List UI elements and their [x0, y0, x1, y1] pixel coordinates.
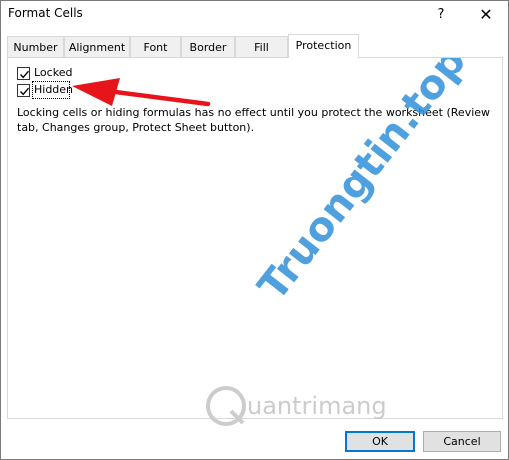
- tab-strip: Number Alignment Font Border Fill Protec…: [7, 34, 503, 58]
- help-button[interactable]: ?: [431, 5, 451, 25]
- title-bar: Format Cells ? ✕: [1, 1, 508, 29]
- tab-protection[interactable]: Protection: [288, 34, 359, 58]
- tab-border[interactable]: Border: [181, 36, 235, 58]
- tab-alignment[interactable]: Alignment: [64, 36, 130, 58]
- watermark-bottom-text: uantrimang: [247, 392, 387, 420]
- tab-fill[interactable]: Fill: [235, 36, 288, 58]
- protection-panel: Locked Hidden Locking cells or hiding fo…: [7, 57, 503, 419]
- check-icon: [19, 87, 30, 96]
- close-button[interactable]: ✕: [471, 3, 501, 27]
- quantrimang-watermark: uantrimang: [206, 386, 387, 426]
- check-icon: [19, 70, 30, 79]
- red-arrow-annotation: [72, 78, 211, 107]
- ok-button[interactable]: OK: [345, 431, 415, 452]
- tab-number[interactable]: Number: [7, 36, 64, 58]
- format-cells-dialog: Format Cells ? ✕ Number Alignment Font B…: [0, 0, 509, 460]
- dialog-title: Format Cells: [8, 6, 83, 20]
- watermark-vertical-text: Truongtin.top: [250, 58, 476, 309]
- locked-label: Locked: [34, 66, 73, 79]
- truongtin-watermark: Truongtin.top: [250, 58, 476, 309]
- focus-rectangle: [32, 81, 70, 99]
- tab-font[interactable]: Font: [130, 36, 181, 58]
- hidden-checkbox[interactable]: [17, 84, 30, 97]
- locked-checkbox[interactable]: [17, 67, 30, 80]
- cancel-button[interactable]: Cancel: [423, 431, 501, 452]
